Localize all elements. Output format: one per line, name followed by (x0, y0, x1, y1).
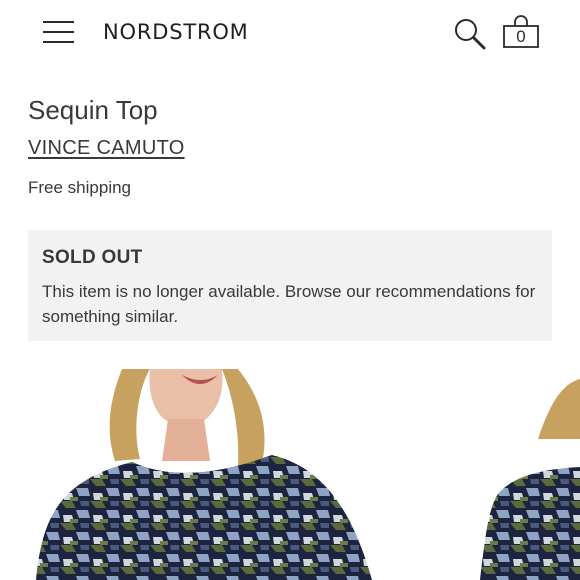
sold-out-heading: SOLD OUT (42, 247, 143, 268)
sold-out-notice: SOLD OUT This item is no longer availabl… (28, 230, 552, 341)
menu-button[interactable] (40, 18, 78, 46)
shopping-bag-button[interactable]: 0 (502, 14, 540, 52)
search-icon (455, 19, 486, 50)
product-image-main[interactable] (36, 369, 372, 580)
product-image-next[interactable] (480, 379, 580, 580)
search-button[interactable] (452, 16, 488, 52)
brand-link[interactable]: VINCE CAMUTO (28, 135, 185, 161)
sold-out-message: This item is no longer available. Browse… (42, 282, 536, 326)
site-header: NORDSTROM 0 (0, 0, 580, 64)
bag-count: 0 (516, 27, 526, 46)
product-image-carousel[interactable] (0, 369, 580, 580)
product-title: Sequin Top (28, 95, 158, 125)
shipping-info: Free shipping (28, 178, 132, 197)
nordstrom-logo[interactable]: NORDSTROM (103, 19, 249, 45)
